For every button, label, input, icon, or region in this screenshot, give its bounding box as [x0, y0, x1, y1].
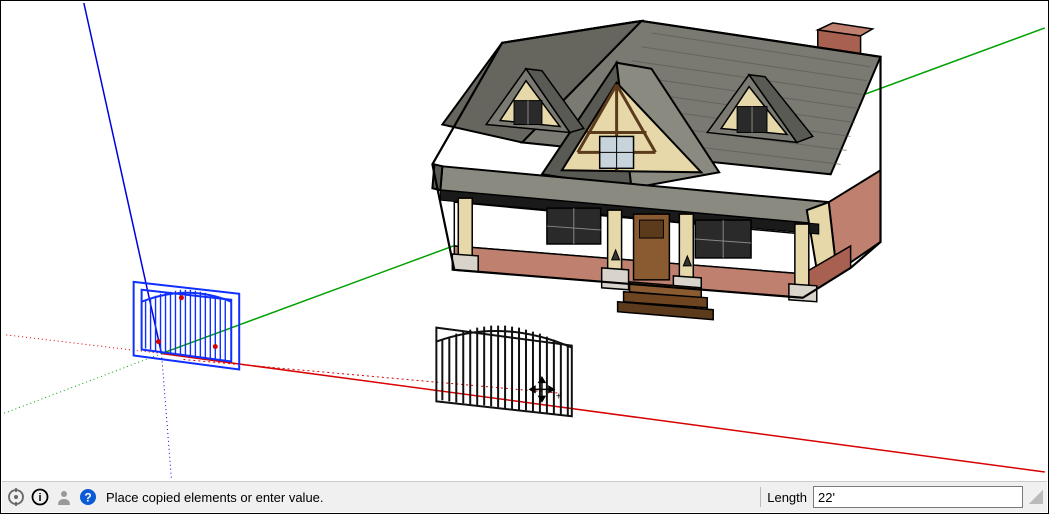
front-door — [634, 214, 670, 280]
svg-text:?: ? — [84, 491, 91, 505]
status-icon-group: i ? — [6, 487, 98, 507]
help-icon[interactable]: ? — [78, 487, 98, 507]
measurement-label: Length — [767, 490, 813, 505]
axis-red — [162, 354, 1045, 473]
app-frame: + — [0, 0, 1049, 514]
person-icon[interactable] — [54, 487, 74, 507]
fence-original-selected[interactable] — [134, 282, 240, 370]
3d-viewport[interactable]: + — [3, 3, 1046, 480]
measurement-input[interactable] — [813, 486, 1023, 508]
viewport-svg: + — [3, 3, 1046, 480]
fence-copy[interactable] — [436, 326, 571, 417]
status-bar: i ? Place copied elements or enter value… — [2, 481, 1047, 512]
separator — [760, 487, 761, 507]
axis-green-negative — [4, 354, 161, 414]
window-front-left — [547, 208, 601, 244]
window-front-right — [695, 220, 751, 258]
status-hint: Place copied elements or enter value. — [106, 490, 324, 505]
axis-red-negative — [4, 335, 161, 354]
credits-icon[interactable]: i — [30, 487, 50, 507]
svg-text:+: + — [556, 391, 562, 402]
resize-grip-icon — [1029, 490, 1043, 504]
house[interactable] — [432, 21, 880, 320]
axis-blue-negative — [162, 354, 172, 480]
svg-text:i: i — [38, 492, 41, 504]
geo-location-icon[interactable] — [6, 487, 26, 507]
